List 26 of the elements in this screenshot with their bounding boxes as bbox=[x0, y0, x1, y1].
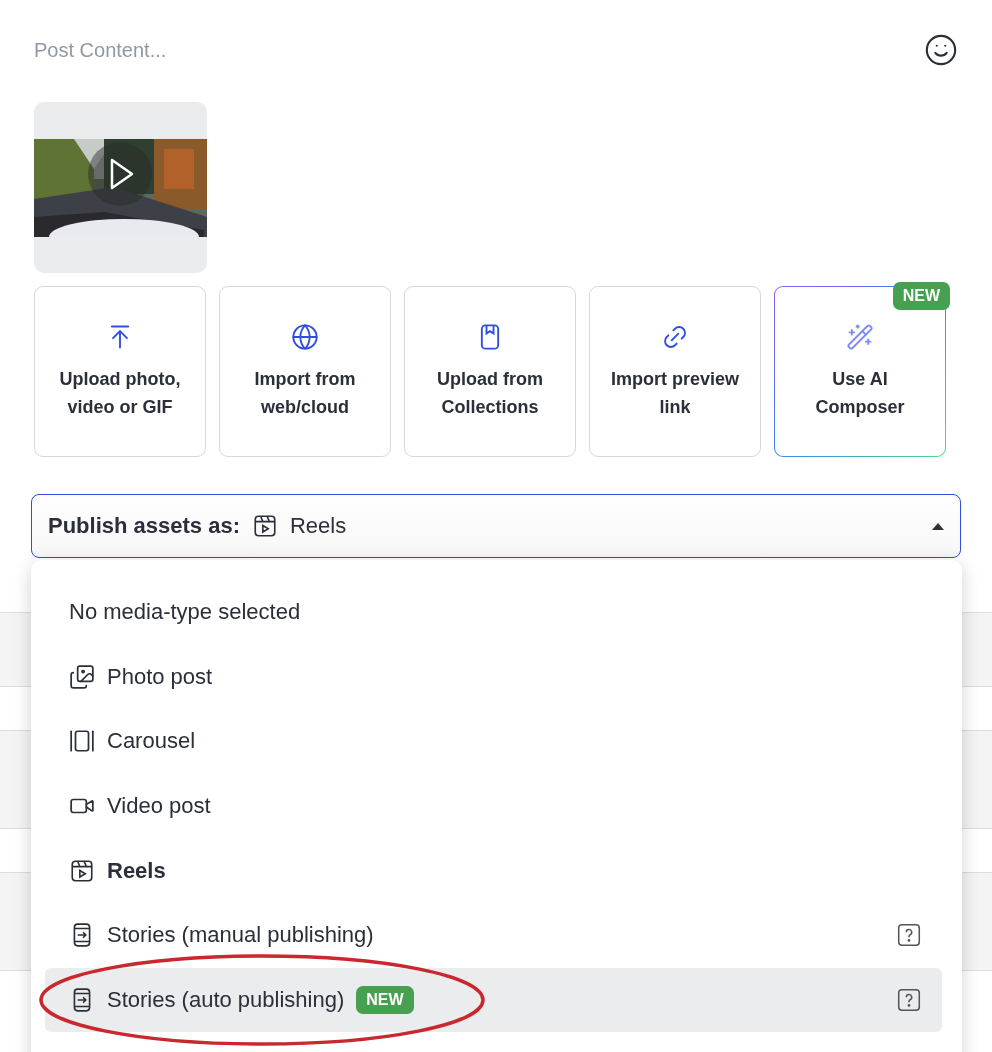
media-source-button[interactable]: Import preview link bbox=[589, 286, 761, 457]
carousel-icon bbox=[69, 728, 95, 755]
menu-item[interactable]: Video post bbox=[45, 773, 942, 839]
reels-icon bbox=[69, 857, 95, 884]
media-source-button[interactable]: Upload from Collections bbox=[404, 286, 576, 457]
globe-icon bbox=[291, 322, 319, 351]
play-icon[interactable] bbox=[88, 142, 152, 206]
menu-item[interactable]: Reels bbox=[45, 838, 942, 903]
menu-item[interactable]: Carousel bbox=[45, 709, 942, 774]
media-thumbnail[interactable] bbox=[34, 102, 207, 273]
menu-item[interactable]: No media-type selected bbox=[45, 580, 942, 645]
media-source-button[interactable]: Import from web/cloud bbox=[219, 286, 391, 457]
publish-type-select[interactable]: Publish assets as: Reels bbox=[31, 494, 961, 558]
help-icon[interactable] bbox=[896, 986, 922, 1013]
new-badge: NEW bbox=[892, 282, 950, 310]
photos-icon bbox=[69, 663, 95, 690]
reels-icon bbox=[252, 513, 278, 539]
menu-item[interactable]: Stories (auto publishing) NEW bbox=[45, 967, 942, 1033]
help-icon[interactable] bbox=[896, 922, 922, 949]
caret-icon bbox=[932, 522, 944, 530]
media-source-button[interactable]: Upload photo, video or GIF bbox=[34, 286, 206, 457]
menu-item[interactable]: Stories (manual publishing) bbox=[45, 902, 942, 968]
magic-wand-icon bbox=[846, 322, 874, 351]
new-badge: NEW bbox=[356, 985, 414, 1014]
emoji-icon[interactable] bbox=[924, 33, 958, 67]
menu-item[interactable]: Photo post bbox=[45, 644, 942, 710]
